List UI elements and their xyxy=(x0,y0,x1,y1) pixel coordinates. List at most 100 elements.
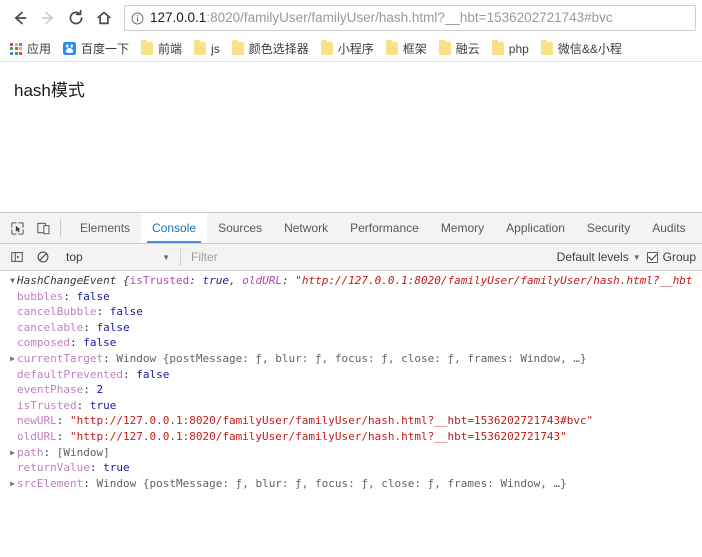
expand-triangle-icon[interactable]: ▶ xyxy=(8,351,17,367)
group-similar-toggle[interactable]: Group xyxy=(646,250,698,264)
tab-elements[interactable]: Elements xyxy=(69,213,141,243)
tab-network[interactable]: Network xyxy=(273,213,339,243)
expand-triangle-icon[interactable]: ▼ xyxy=(8,273,17,289)
bookmark-folder-rongcloud[interactable]: 融云 xyxy=(433,38,486,60)
bookmark-folder-wechat[interactable]: 微信&&小程 xyxy=(535,38,628,60)
property-value: 2 xyxy=(96,383,104,397)
home-button[interactable] xyxy=(90,4,118,32)
property-key: eventPhase xyxy=(17,383,84,397)
property-key: oldURL xyxy=(17,429,57,443)
console-log-entry-header[interactable]: ▼ HashChangeEvent {isTrusted: true, oldUR… xyxy=(0,273,702,289)
clear-console-icon[interactable] xyxy=(30,244,56,270)
console-property-row-expandable[interactable]: ▶ srcElement: Window {postMessage: ƒ, blu… xyxy=(0,476,702,492)
property-value: false xyxy=(76,289,110,303)
expand-triangle-icon[interactable]: ▶ xyxy=(8,476,17,492)
property-value: "http://127.0.0.1:8020/familyUser/family… xyxy=(70,429,567,443)
preview-separator: , xyxy=(228,274,243,287)
bookmark-folder-framework[interactable]: 框架 xyxy=(380,38,433,60)
property-value: "http://127.0.0.1:8020/familyUser/family… xyxy=(70,414,594,428)
console-property-row: newURL: "http://127.0.0.1:8020/familyUse… xyxy=(17,414,594,428)
address-bar-url: 127.0.0.1:8020/familyUser/familyUser/has… xyxy=(150,6,613,30)
console-sidebar-icon[interactable] xyxy=(4,244,30,270)
device-toolbar-icon[interactable] xyxy=(30,215,56,241)
info-circle-icon[interactable] xyxy=(131,12,144,25)
folder-icon xyxy=(491,40,504,55)
open-brace: { xyxy=(116,274,130,287)
bookmark-label: 百度一下 xyxy=(81,41,130,56)
group-similar-label: Group xyxy=(662,250,696,264)
expand-triangle-icon[interactable]: ▶ xyxy=(8,445,17,461)
console-property-row-expandable[interactable]: ▶target: Window {postMessage: ƒ, blur: ƒ… xyxy=(0,491,702,494)
bookmark-label: 融云 xyxy=(455,41,480,56)
tab-performance[interactable]: Performance xyxy=(339,213,430,243)
bookmark-folder-php[interactable]: php xyxy=(486,38,535,60)
console-property-row: returnValue: true xyxy=(17,461,130,475)
tab-audits[interactable]: Audits xyxy=(641,213,696,243)
property-key: target xyxy=(17,492,57,494)
bookmark-apps[interactable]: 应用 xyxy=(4,38,57,60)
bookmark-folder-miniprogram[interactable]: 小程序 xyxy=(315,38,380,60)
console-property-row-expandable[interactable]: ▶ currentTarget: Window {postMessage: ƒ, … xyxy=(0,351,702,367)
bookmark-label: 应用 xyxy=(27,41,52,56)
preview-value-2: "http://127.0.0.1:8020/familyUser/family… xyxy=(295,274,693,287)
console-property-row-expandable[interactable]: ▶ path: [Window] xyxy=(0,445,702,461)
event-constructor-name: HashChangeEvent xyxy=(17,274,117,287)
console-property-row: eventPhase: 2 xyxy=(17,383,104,397)
bookmark-folder-color-picker[interactable]: 颜色选择器 xyxy=(226,38,315,60)
bookmark-folder-js[interactable]: js xyxy=(188,38,226,60)
address-bar[interactable]: 127.0.0.1:8020/familyUser/familyUser/has… xyxy=(124,5,696,31)
console-filter-input[interactable] xyxy=(187,247,551,267)
tab-security[interactable]: Security xyxy=(576,213,641,243)
property-value: false xyxy=(136,367,170,381)
bookmark-label: 框架 xyxy=(402,41,427,56)
window-preview: {postMessage: ƒ, blur: ƒ, focus: ƒ, clos… xyxy=(162,351,587,365)
address-bar-host: 127.0.0.1 xyxy=(150,10,207,25)
property-key: bubbles xyxy=(17,289,64,303)
browser-chrome: 127.0.0.1:8020/familyUser/familyUser/has… xyxy=(0,0,702,62)
bookmark-label: 小程序 xyxy=(337,41,374,56)
property-value: false xyxy=(109,305,143,319)
window-preview: {postMessage: ƒ, blur: ƒ, focus: ƒ, clos… xyxy=(116,492,540,494)
execution-context-select[interactable]: top ▼ xyxy=(62,247,174,267)
property-key: srcElement xyxy=(17,476,84,490)
bookmark-label: 微信&&小程 xyxy=(557,41,622,56)
property-key: path xyxy=(17,445,44,459)
chevron-down-icon: ▼ xyxy=(632,252,641,262)
log-levels-select[interactable]: Default levels ▼ xyxy=(551,250,647,264)
bookmark-label: js xyxy=(211,41,220,56)
bookmark-folder-frontend[interactable]: 前端 xyxy=(135,38,188,60)
page-title: hash模式 xyxy=(14,81,85,100)
address-bar-path: :8020/familyUser/familyUser/hash.html?__… xyxy=(206,10,613,25)
property-value: Window xyxy=(70,492,110,494)
apps-grid-icon xyxy=(10,42,22,55)
console-property-row: bubbles: false xyxy=(17,289,110,303)
property-value: Window xyxy=(96,476,137,490)
tab-sources[interactable]: Sources xyxy=(207,213,273,243)
console-property-row: composed: false xyxy=(17,336,117,350)
back-button[interactable] xyxy=(6,4,34,32)
expand-triangle-icon[interactable]: ▶ xyxy=(8,491,17,494)
folder-icon xyxy=(540,40,553,55)
checkbox-icon[interactable] xyxy=(646,251,658,263)
preview-key-2: oldURL xyxy=(242,274,282,287)
tab-console[interactable]: Console xyxy=(141,213,208,243)
bookmark-label: 前端 xyxy=(158,41,183,56)
property-key: isTrusted xyxy=(17,398,77,412)
reload-button[interactable] xyxy=(62,4,90,32)
tab-application[interactable]: Application xyxy=(495,213,576,243)
console-property-row: oldURL: "http://127.0.0.1:8020/familyUse… xyxy=(17,429,567,443)
folder-icon xyxy=(438,40,451,55)
bookmark-baidu[interactable]: 百度一下 xyxy=(57,38,135,60)
property-value: false xyxy=(96,320,130,334)
console-property-row: cancelBubble: false xyxy=(17,305,143,319)
property-key: newURL xyxy=(17,414,57,428)
console-message-list[interactable]: ▼ HashChangeEvent {isTrusted: true, oldUR… xyxy=(0,271,702,494)
console-property-row: cancelable: false xyxy=(17,320,130,334)
forward-button[interactable] xyxy=(34,4,62,32)
tab-memory[interactable]: Memory xyxy=(430,213,495,243)
folder-icon xyxy=(194,40,207,55)
property-key: composed xyxy=(17,336,70,350)
toolbar-divider xyxy=(60,219,61,237)
inspect-element-icon[interactable] xyxy=(4,215,30,241)
property-value: true xyxy=(89,398,117,412)
